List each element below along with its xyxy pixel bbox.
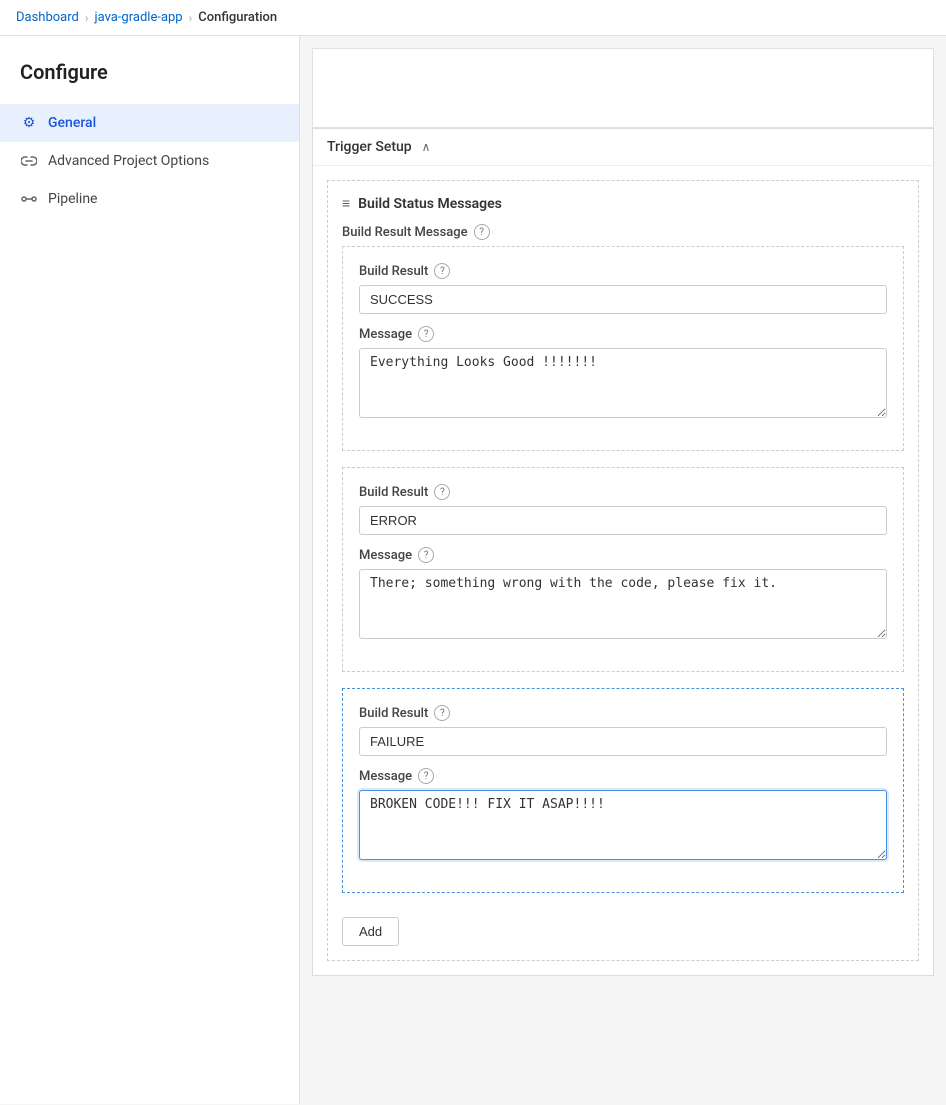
sidebar-title: Configure <box>0 60 299 104</box>
top-placeholder <box>312 48 934 128</box>
message-help-icon-3[interactable]: ? <box>418 768 434 784</box>
content-area: Trigger Setup ∧ ≡ Build Status Messages <box>300 128 946 992</box>
message-field-group-2: Message ? There; something wrong with th… <box>359 547 887 643</box>
build-result-card-1: Build Result ? Message ? Everyth <box>342 246 904 451</box>
build-result-label-3: Build Result ? <box>359 705 887 721</box>
build-result-label-2: Build Result ? <box>359 484 887 500</box>
trigger-setup-label: Trigger Setup <box>327 139 412 155</box>
breadcrumb-dashboard[interactable]: Dashboard <box>16 10 79 25</box>
build-result-field-group-3: Build Result ? <box>359 705 887 756</box>
build-result-field-group-1: Build Result ? <box>359 263 887 314</box>
build-result-input-1[interactable] <box>359 285 887 314</box>
pipeline-icon <box>20 190 38 208</box>
build-result-help-icon-3[interactable]: ? <box>434 705 450 721</box>
message-help-icon-2[interactable]: ? <box>418 547 434 563</box>
add-button[interactable]: Add <box>342 917 399 946</box>
build-result-label-1: Build Result ? <box>359 263 887 279</box>
build-result-input-2[interactable] <box>359 506 887 535</box>
breadcrumb-config: Configuration <box>198 10 277 25</box>
build-result-help-icon-1[interactable]: ? <box>434 263 450 279</box>
message-label-3: Message ? <box>359 768 887 784</box>
main-content: Trigger Setup ∧ ≡ Build Status Messages <box>300 36 946 1104</box>
sidebar-item-pipeline[interactable]: Pipeline <box>0 180 299 218</box>
chevron-up-icon: ∧ <box>422 140 431 154</box>
trigger-setup-section: Trigger Setup ∧ ≡ Build Status Messages <box>312 128 934 976</box>
message-label-1: Message ? <box>359 326 887 342</box>
build-result-card-3: Build Result ? Message ? BROKEN <box>342 688 904 893</box>
message-textarea-2[interactable]: There; something wrong with the code, pl… <box>359 569 887 639</box>
sidebar-item-advanced-label: Advanced Project Options <box>48 153 209 169</box>
link-icon <box>20 152 38 170</box>
trigger-setup-header[interactable]: Trigger Setup ∧ <box>313 129 933 166</box>
trigger-setup-inner-box: ≡ Build Status Messages Build Result Mes… <box>327 180 919 961</box>
message-textarea-3[interactable]: BROKEN CODE!!! FIX IT ASAP!!!! <box>359 790 887 860</box>
breadcrumb-sep-1: › <box>85 11 89 25</box>
sidebar: Configure ⚙ General Advanced Project Opt… <box>0 36 300 1104</box>
build-result-input-3[interactable] <box>359 727 887 756</box>
message-textarea-1[interactable]: Everything Looks Good !!!!!!! <box>359 348 887 418</box>
breadcrumb: Dashboard › java-gradle-app › Configurat… <box>0 0 946 36</box>
breadcrumb-sep-2: › <box>189 11 193 25</box>
message-field-group-3: Message ? BROKEN CODE!!! FIX IT ASAP!!!! <box>359 768 887 864</box>
build-status-messages-label: Build Status Messages <box>358 196 502 212</box>
sidebar-item-general-label: General <box>48 115 96 131</box>
build-result-message-help-icon[interactable]: ? <box>474 224 490 240</box>
message-field-group-1: Message ? Everything Looks Good !!!!!!! <box>359 326 887 422</box>
sidebar-item-advanced[interactable]: Advanced Project Options <box>0 142 299 180</box>
build-result-message-label: Build Result Message ? <box>342 224 904 240</box>
sidebar-item-general[interactable]: ⚙ General <box>0 104 299 142</box>
build-result-help-icon-2[interactable]: ? <box>434 484 450 500</box>
breadcrumb-app[interactable]: java-gradle-app <box>94 10 182 25</box>
trigger-inner: ≡ Build Status Messages Build Result Mes… <box>313 166 933 975</box>
sidebar-item-pipeline-label: Pipeline <box>48 191 98 207</box>
menu-lines-icon: ≡ <box>342 195 350 212</box>
build-result-card-2: Build Result ? Message ? There; <box>342 467 904 672</box>
build-result-field-group-2: Build Result ? <box>359 484 887 535</box>
message-help-icon-1[interactable]: ? <box>418 326 434 342</box>
message-label-2: Message ? <box>359 547 887 563</box>
gear-icon: ⚙ <box>20 114 38 132</box>
build-status-messages-header: ≡ Build Status Messages <box>342 195 904 212</box>
layout: Configure ⚙ General Advanced Project Opt… <box>0 36 946 1104</box>
